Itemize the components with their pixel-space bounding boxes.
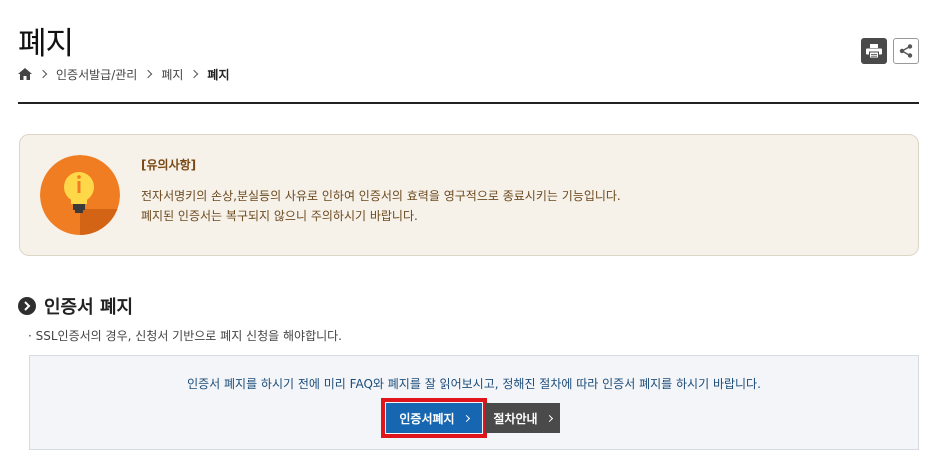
procedure-button-label: 절차안내 [493, 411, 538, 426]
revoke-certificate-button[interactable]: 인증서폐지 [381, 398, 487, 438]
guide-box: 인증서 폐지를 하시기 전에 미리 FAQ와 폐지를 잘 읽어보시고, 정해진 … [29, 355, 919, 450]
breadcrumb-item-cert-manage[interactable]: 인증서발급/관리 [56, 66, 137, 83]
chevron-right-icon [18, 297, 36, 315]
notice-title: [유의사항] [141, 158, 197, 172]
notice-text: 전자서명키의 손상,분실등의 사유로 인하여 인증서의 효력을 영구적으로 종료… [141, 189, 621, 203]
ssl-note: · SSL인증서의 경우, 신청서 기반으로 폐지 신청을 해야합니다. [28, 327, 342, 344]
breadcrumb-item-current: 폐지 [207, 67, 230, 82]
page-title: 폐지 [18, 26, 74, 62]
bullet-dot: · [28, 329, 36, 343]
share-button[interactable] [893, 38, 919, 64]
section-title-text: 인증서 폐지 [44, 297, 134, 318]
chevron-right-icon [545, 414, 553, 422]
revoke-button-label: 인증서폐지 [399, 411, 455, 426]
lightbulb-icon [40, 155, 120, 235]
breadcrumb-separator [38, 69, 48, 79]
section-title: 인증서 폐지 [18, 295, 134, 318]
breadcrumb: 인증서발급/관리 폐지 폐지 [18, 65, 230, 83]
notice-box: [유의사항] 전자서명키의 손상,분실등의 사유로 인하여 인증서의 효력을 영… [19, 134, 919, 256]
breadcrumb-separator [190, 69, 199, 79]
ssl-note-text: SSL인증서의 경우, 신청서 기반으로 폐지 신청을 해야합니다. [35, 329, 342, 343]
title-divider [18, 102, 919, 104]
print-icon [866, 44, 882, 58]
chevron-right-icon [462, 414, 470, 422]
home-icon[interactable] [18, 68, 32, 80]
breadcrumb-separator [144, 69, 153, 79]
breadcrumb-item-revoke[interactable]: 폐지 [161, 66, 183, 83]
share-icon [899, 44, 913, 58]
guide-text: 인증서 폐지를 하시기 전에 미리 FAQ와 폐지를 잘 읽어보시고, 정해진 … [187, 377, 761, 391]
procedure-guide-button[interactable]: 절차안내 [485, 403, 560, 433]
print-button[interactable] [861, 38, 887, 64]
notice-text: 폐지된 인증서는 복구되지 않으니 주의하시기 바랍니다. [141, 209, 418, 223]
